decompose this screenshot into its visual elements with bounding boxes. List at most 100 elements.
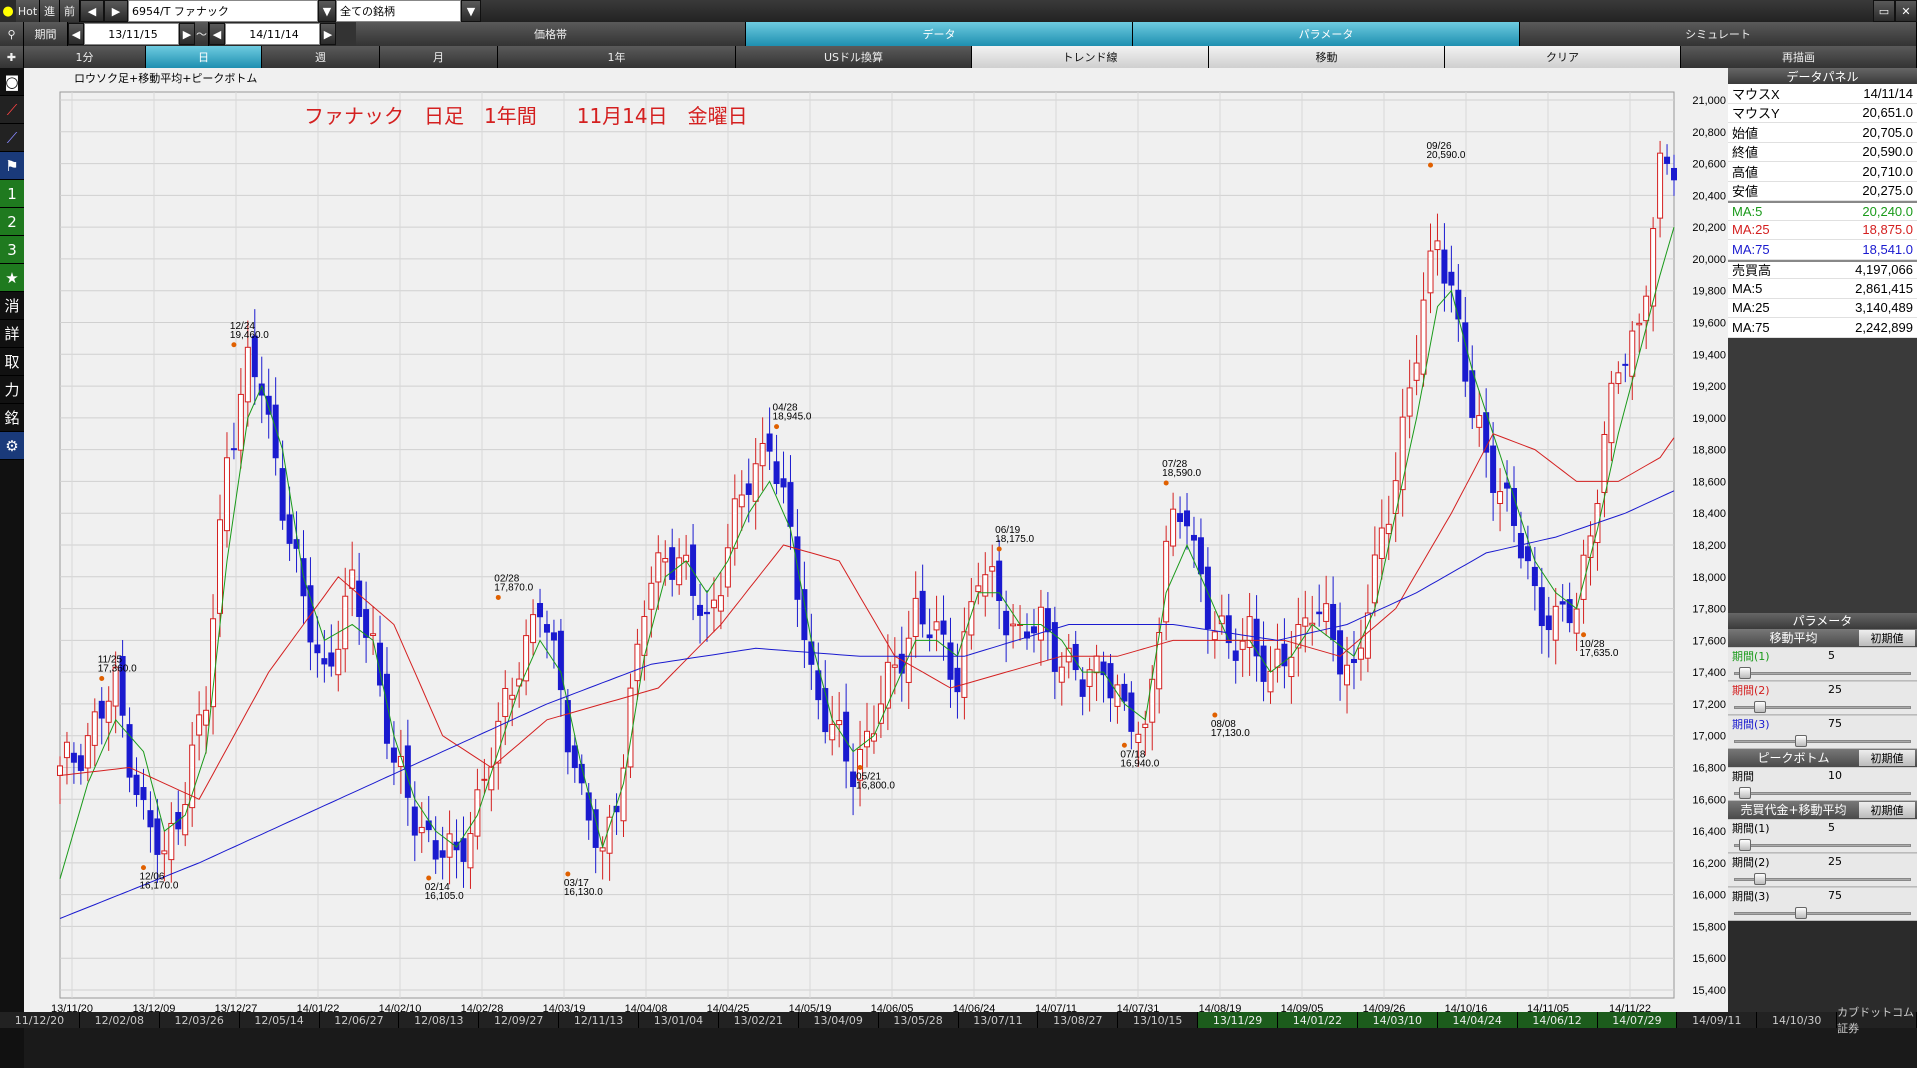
price-chart[interactable]: 21,000 20,800 20,600 20,400 20,200 20,000 19,8…	[24, 68, 1728, 1016]
lightbulb-icon[interactable]: ●	[0, 0, 16, 22]
forward-button[interactable]: 進	[40, 0, 60, 22]
data-panel-value: 20,590.0	[1862, 144, 1913, 160]
tab-price-band[interactable]: 価格帯	[356, 22, 746, 46]
range-month[interactable]: 月	[380, 46, 498, 68]
star-icon[interactable]: ★	[0, 264, 24, 292]
detail-button[interactable]: 詳	[0, 320, 24, 348]
candle-body	[244, 346, 251, 403]
from-next-icon[interactable]: ▶	[179, 23, 195, 45]
search-icon[interactable]: ⚲	[0, 22, 24, 46]
date-from-field[interactable]: 13/11/15	[84, 23, 179, 45]
slider-knob[interactable]	[1738, 666, 1751, 679]
param-slider[interactable]	[1728, 663, 1917, 681]
candle-body	[933, 621, 940, 631]
to-prev-icon[interactable]: ◀	[209, 23, 225, 45]
close-icon[interactable]: ✕	[1895, 0, 1917, 22]
param-panel-title: パラメータ	[1728, 612, 1917, 629]
slider-knob[interactable]	[1753, 872, 1766, 885]
symbol-field[interactable]: 6954/T ファナック	[128, 0, 318, 22]
candle-body	[662, 558, 669, 563]
universe-dropdown-icon[interactable]: ▼	[461, 0, 481, 22]
stock-button[interactable]: 銘	[0, 404, 24, 432]
trend-line-button[interactable]: トレンド線	[972, 46, 1209, 68]
data-panel-row: MA:75 18,541.0	[1728, 240, 1917, 260]
back-button[interactable]: 前	[60, 0, 80, 22]
peak-bottom-value: 17,635.0	[1580, 648, 1619, 659]
param-slider[interactable]	[1728, 697, 1917, 715]
candle-body	[773, 461, 780, 485]
trend-icon[interactable]: ⟋	[0, 124, 24, 152]
slider-knob[interactable]	[1795, 906, 1808, 919]
y-tick-label: 20,000	[1692, 254, 1726, 266]
history-date-label: 13/04/09	[799, 1012, 879, 1028]
slider-knob[interactable]	[1795, 734, 1808, 747]
history-date-label: 12/03/26	[160, 1012, 240, 1028]
date-to-field[interactable]: 14/11/14	[225, 23, 320, 45]
param-slider[interactable]	[1728, 783, 1917, 801]
tab-parameter[interactable]: パラメータ	[1133, 22, 1520, 46]
move-button[interactable]: 移動	[1209, 46, 1445, 68]
range-day[interactable]: 日	[146, 46, 262, 68]
slider-knob[interactable]	[1753, 700, 1766, 713]
redraw-button[interactable]: 再描画	[1681, 46, 1917, 68]
param-value: 5	[1828, 821, 1835, 834]
reset-button[interactable]: 初期値	[1859, 749, 1915, 766]
minimize-icon[interactable]: ▭	[1873, 0, 1895, 22]
chart-svg[interactable]: 21,000 20,800 20,600 20,400 20,200 20,000 19,8…	[24, 68, 1728, 1012]
tab-data[interactable]: データ	[746, 22, 1133, 46]
flag-icon[interactable]: ⚑	[0, 152, 24, 180]
gear-icon[interactable]: ⚙	[0, 432, 24, 460]
y-tick-label: 17,200	[1692, 699, 1726, 711]
param-slider[interactable]	[1728, 835, 1917, 853]
param-slider[interactable]	[1728, 869, 1917, 887]
clear-button[interactable]: クリア	[1445, 46, 1681, 68]
candle-body	[1413, 362, 1420, 381]
y-tick-label: 20,200	[1692, 222, 1726, 234]
y-tick-label: 18,000	[1692, 572, 1726, 584]
slider-knob[interactable]	[1738, 838, 1751, 851]
range-1year[interactable]: 1年	[498, 46, 736, 68]
data-panel-row: 売買高 4,197,066	[1728, 259, 1917, 279]
param-row: 期間(1) 5	[1728, 646, 1917, 664]
history-date-label: 13/08/27	[1038, 1012, 1119, 1028]
next-arrow-icon[interactable]: ▶	[104, 0, 128, 22]
symbol-dropdown-icon[interactable]: ▼	[318, 0, 336, 22]
preset-2-button[interactable]: 2	[0, 208, 24, 236]
candle-body	[251, 335, 258, 378]
data-panel-label: 売買高	[1732, 263, 1772, 279]
candle-body	[467, 833, 474, 869]
param-slider[interactable]	[1728, 731, 1917, 749]
range-1min[interactable]: 1分	[24, 46, 146, 68]
preset-3-button[interactable]: 3	[0, 236, 24, 264]
data-panel-value: 20,651.0	[1862, 105, 1913, 121]
trade-button[interactable]: 取	[0, 348, 24, 376]
history-scrollbar[interactable]: 11/12/20 12/02/08 12/03/26 12/05/14 12/06/27…	[0, 1006, 1917, 1035]
param-slider[interactable]	[1728, 903, 1917, 921]
hot-button[interactable]: Hot	[16, 0, 40, 22]
candle-body	[314, 644, 321, 654]
data-panel-label: MA:25	[1732, 300, 1770, 316]
line-chart-icon[interactable]: ⟋	[0, 96, 24, 124]
erase-button[interactable]: 消	[0, 292, 24, 320]
to-next-icon[interactable]: ▶	[320, 23, 336, 45]
camera-icon[interactable]: ◙	[0, 68, 24, 96]
range-week[interactable]: 週	[262, 46, 380, 68]
reset-button[interactable]: 初期値	[1859, 801, 1915, 818]
slider-knob[interactable]	[1738, 786, 1751, 799]
universe-field[interactable]: 全ての銘柄	[336, 0, 461, 22]
power-button[interactable]: 力	[0, 376, 24, 404]
reset-button[interactable]: 初期値	[1859, 629, 1915, 646]
preset-1-button[interactable]: 1	[0, 180, 24, 208]
from-prev-icon[interactable]: ◀	[68, 23, 84, 45]
history-date-label: 12/05/14	[240, 1012, 320, 1028]
add-icon[interactable]: ✚	[0, 46, 24, 68]
usd-convert-button[interactable]: USドル換算	[736, 46, 972, 68]
candle-body	[766, 433, 773, 452]
y-tick-label: 19,800	[1692, 286, 1726, 298]
prev-arrow-icon[interactable]: ◀	[80, 0, 104, 22]
candle-body	[1538, 587, 1545, 627]
candle-body	[1573, 608, 1580, 634]
candle-body	[349, 569, 356, 589]
tab-simulate[interactable]: シミュレート	[1520, 22, 1917, 46]
data-panel-label: 始値	[1732, 125, 1759, 141]
